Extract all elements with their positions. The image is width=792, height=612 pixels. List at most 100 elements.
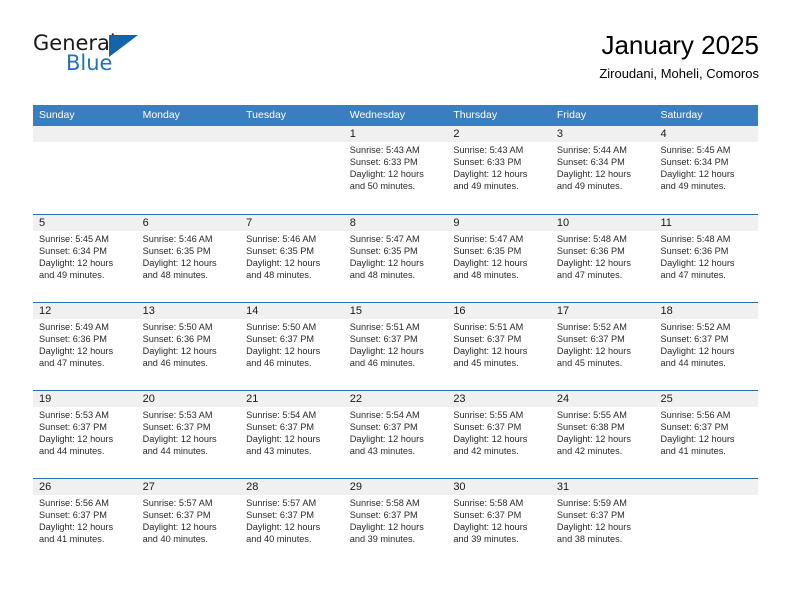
day-number: 13 (136, 303, 241, 319)
day-cell[interactable]: 2 Sunrise: 5:43 AM Sunset: 6:33 PM Daylight… (447, 126, 551, 214)
daylight-text-line2: and 41 minutes. (660, 445, 726, 456)
day-number: 31 (550, 479, 655, 495)
day-cell[interactable]: 26 Sunrise: 5:56 AM Sunset: 6:37 PM Dayligh… (33, 479, 137, 566)
day-details: Sunrise: 5:52 AM Sunset: 6:37 PM Daylight:… (551, 319, 655, 370)
day-cell[interactable]: 25 Sunrise: 5:56 AM Sunset: 6:37 PM Dayligh… (654, 391, 759, 478)
day-cell[interactable]: 28 Sunrise: 5:57 AM Sunset: 6:37 PM Dayligh… (240, 479, 344, 566)
blue-triangle-icon (109, 35, 138, 57)
daylight-text-line1: Daylight: 12 hours (556, 433, 631, 444)
day-cell[interactable]: 19 Sunrise: 5:53 AM Sunset: 6:37 PM Dayligh… (33, 391, 137, 478)
day-cell[interactable]: 11 Sunrise: 5:48 AM Sunset: 6:36 PM Dayligh… (654, 215, 759, 302)
sunset-text: Sunset: 6:37 PM (142, 421, 211, 432)
day-number: 24 (550, 391, 655, 407)
day-cell[interactable]: 24 Sunrise: 5:55 AM Sunset: 6:38 PM Dayligh… (550, 391, 655, 478)
daylight-text-line2: and 42 minutes. (556, 445, 623, 456)
sunrise-text: Sunrise: 5:48 AM (556, 234, 627, 244)
day-cell[interactable]: 15 Sunrise: 5:51 AM Sunset: 6:37 PM Dayligh… (343, 303, 448, 390)
sunrise-text: Sunrise: 5:51 AM (349, 322, 420, 332)
daylight-text-line2: and 45 minutes. (556, 357, 623, 368)
day-number: 15 (343, 303, 448, 319)
day-details: Sunrise: 5:46 AM Sunset: 6:35 PM Daylight:… (240, 231, 344, 282)
sunrise-text: Sunrise: 5:48 AM (660, 234, 731, 244)
sunrise-text: Sunrise: 5:50 AM (246, 322, 317, 332)
day-number: 20 (136, 391, 241, 407)
daylight-text-line2: and 41 minutes. (39, 533, 105, 544)
weekday-header-sunday: Sunday (39, 109, 75, 121)
sunset-text: Sunset: 6:37 PM (39, 509, 107, 520)
day-cell[interactable]: 17 Sunrise: 5:52 AM Sunset: 6:37 PM Dayligh… (550, 303, 655, 390)
sunset-text: Sunset: 6:37 PM (246, 509, 315, 520)
weekday-header-wednesday: Wednesday (349, 109, 405, 121)
day-cell[interactable]: 20 Sunrise: 5:53 AM Sunset: 6:37 PM Dayligh… (136, 391, 241, 478)
sunrise-text: Sunrise: 5:49 AM (39, 322, 109, 332)
day-number: 16 (447, 303, 551, 319)
page-header: General Blue January 2025 Ziroudani, Moh… (33, 28, 759, 94)
day-number: 6 (136, 215, 241, 231)
day-details: Sunrise: 5:50 AM Sunset: 6:36 PM Daylight:… (137, 319, 241, 370)
sunset-text: Sunset: 6:36 PM (660, 245, 729, 256)
day-cell[interactable]: 10 Sunrise: 5:48 AM Sunset: 6:36 PM Dayligh… (550, 215, 655, 302)
day-cell[interactable]: 18 Sunrise: 5:52 AM Sunset: 6:37 PM Dayligh… (654, 303, 759, 390)
weekday-header-tuesday: Tuesday (246, 109, 287, 121)
daylight-text-line1: Daylight: 12 hours (453, 257, 528, 268)
sunrise-text: Sunrise: 5:56 AM (660, 410, 731, 420)
day-cell[interactable]: 23 Sunrise: 5:55 AM Sunset: 6:37 PM Dayligh… (447, 391, 551, 478)
daylight-text-line1: Daylight: 12 hours (453, 521, 528, 532)
sunrise-text: Sunrise: 5:50 AM (142, 322, 213, 332)
daylight-text-line1: Daylight: 12 hours (39, 257, 114, 268)
daylight-text-line1: Daylight: 12 hours (246, 345, 321, 356)
sunset-text: Sunset: 6:36 PM (142, 333, 211, 344)
daylight-text-line2: and 46 minutes. (349, 357, 416, 368)
day-number: 3 (550, 126, 655, 142)
daylight-text-line1: Daylight: 12 hours (39, 521, 114, 532)
daylight-text-line1: Daylight: 12 hours (660, 345, 735, 356)
sunset-text: Sunset: 6:37 PM (660, 333, 729, 344)
day-cell[interactable]: 8 Sunrise: 5:47 AM Sunset: 6:35 PM Daylight… (343, 215, 448, 302)
sunrise-text: Sunrise: 5:46 AM (142, 234, 213, 244)
daylight-text-line1: Daylight: 12 hours (556, 168, 631, 179)
day-cell[interactable]: 27 Sunrise: 5:57 AM Sunset: 6:37 PM Dayligh… (136, 479, 241, 566)
general-blue-logo[interactable]: General Blue (33, 32, 273, 84)
daylight-text-line2: and 45 minutes. (453, 357, 519, 368)
day-details: Sunrise: 5:50 AM Sunset: 6:37 PM Daylight:… (240, 319, 344, 370)
daylight-text-line1: Daylight: 12 hours (246, 433, 321, 444)
daylight-text-line2: and 46 minutes. (246, 357, 312, 368)
day-cell[interactable]: 1 Sunrise: 5:43 AM Sunset: 6:33 PM Daylight… (343, 126, 448, 214)
daylight-text-line1: Daylight: 12 hours (246, 257, 321, 268)
daylight-text-line2: and 48 minutes. (453, 269, 519, 280)
day-cell[interactable]: 22 Sunrise: 5:54 AM Sunset: 6:37 PM Dayligh… (343, 391, 448, 478)
day-cell[interactable]: 6 Sunrise: 5:46 AM Sunset: 6:35 PM Daylight… (136, 215, 241, 302)
day-details: Sunrise: 5:51 AM Sunset: 6:37 PM Daylight:… (344, 319, 448, 370)
daylight-text-line2: and 48 minutes. (349, 269, 416, 280)
sunset-text: Sunset: 6:37 PM (246, 333, 315, 344)
day-cell[interactable]: 9 Sunrise: 5:47 AM Sunset: 6:35 PM Daylight… (447, 215, 551, 302)
day-number: 4 (654, 126, 759, 142)
day-cell[interactable]: 16 Sunrise: 5:51 AM Sunset: 6:37 PM Dayligh… (447, 303, 551, 390)
sunset-text: Sunset: 6:37 PM (349, 333, 418, 344)
day-number: 10 (550, 215, 655, 231)
day-number: 5 (33, 215, 137, 231)
day-details: Sunrise: 5:48 AM Sunset: 6:36 PM Daylight:… (654, 231, 758, 282)
weekday-header-friday: Friday (556, 109, 587, 121)
day-cell[interactable]: 14 Sunrise: 5:50 AM Sunset: 6:37 PM Dayligh… (240, 303, 344, 390)
day-number: 19 (33, 391, 137, 407)
weekday-header-thursday: Thursday (453, 109, 498, 121)
day-cell[interactable]: 13 Sunrise: 5:50 AM Sunset: 6:36 PM Dayligh… (136, 303, 241, 390)
day-cell[interactable]: 4 Sunrise: 5:45 AM Sunset: 6:34 PM Daylight… (654, 126, 759, 214)
day-number: 1 (343, 126, 448, 142)
daylight-text-line2: and 44 minutes. (39, 445, 105, 456)
daylight-text-line1: Daylight: 12 hours (39, 433, 114, 444)
day-number (136, 126, 241, 142)
day-cell[interactable]: 21 Sunrise: 5:54 AM Sunset: 6:37 PM Dayligh… (240, 391, 344, 478)
day-number: 23 (447, 391, 551, 407)
day-cell[interactable]: 3 Sunrise: 5:44 AM Sunset: 6:34 PM Daylight… (550, 126, 655, 214)
day-cell[interactable]: 5 Sunrise: 5:45 AM Sunset: 6:34 PM Daylight… (33, 215, 137, 302)
day-cell[interactable]: 29 Sunrise: 5:58 AM Sunset: 6:37 PM Dayligh… (343, 479, 448, 566)
day-cell[interactable]: 30 Sunrise: 5:58 AM Sunset: 6:37 PM Dayligh… (447, 479, 551, 566)
daylight-text-line2: and 48 minutes. (142, 269, 208, 280)
sunset-text: Sunset: 6:37 PM (453, 509, 522, 520)
sunset-text: Sunset: 6:36 PM (556, 245, 625, 256)
day-cell[interactable]: 7 Sunrise: 5:46 AM Sunset: 6:35 PM Daylight… (240, 215, 344, 302)
day-cell[interactable]: 31 Sunrise: 5:59 AM Sunset: 6:37 PM Dayligh… (550, 479, 655, 566)
day-cell[interactable]: 12 Sunrise: 5:49 AM Sunset: 6:36 PM Dayligh… (33, 303, 137, 390)
